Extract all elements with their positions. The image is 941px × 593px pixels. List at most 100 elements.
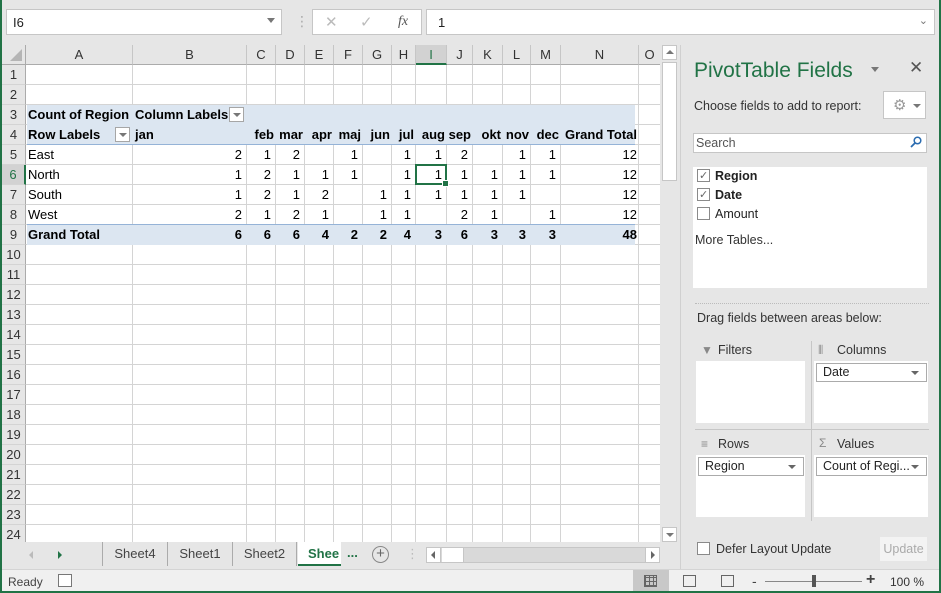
name-box[interactable]: I6 — [6, 9, 282, 35]
pivot-row-label[interactable]: West — [28, 205, 128, 225]
pivot-value-cell[interactable]: 2 — [133, 205, 242, 225]
close-icon[interactable]: ✕ — [909, 58, 923, 78]
pivot-value-cell[interactable]: 1 — [473, 205, 498, 225]
row-header-9[interactable]: 9 — [2, 225, 26, 245]
row-header-2[interactable]: 2 — [2, 85, 26, 105]
column-header-n[interactable]: N — [561, 45, 639, 65]
tab-splitter-icon[interactable]: ⋮ — [406, 546, 419, 562]
pivot-row-total[interactable]: 12 — [561, 185, 637, 205]
more-sheets-button[interactable]: ... — [347, 545, 358, 560]
pivot-values-label[interactable]: Count of Region — [28, 105, 133, 125]
pivot-value-cell[interactable]: 1 — [503, 185, 526, 205]
pivot-value-cell[interactable]: 4 — [305, 225, 329, 245]
horizontal-scrollbar[interactable] — [426, 547, 660, 563]
pivot-value-cell[interactable]: 2 — [334, 225, 358, 245]
chevron-down-icon[interactable] — [911, 371, 919, 375]
search-icon[interactable] — [910, 136, 922, 148]
month-header-maj[interactable]: maj — [334, 125, 361, 145]
pivot-row-label[interactable]: Grand Total — [28, 225, 128, 245]
pivot-value-cell[interactable]: 3 — [416, 225, 442, 245]
pivot-value-cell[interactable]: 1 — [473, 185, 498, 205]
row-header-8[interactable]: 8 — [2, 205, 26, 225]
name-box-dropdown-icon[interactable] — [267, 18, 275, 23]
row-labels-filter-button[interactable] — [115, 127, 130, 142]
add-sheet-icon[interactable]: + — [372, 546, 389, 563]
rows-area[interactable]: Region — [696, 455, 805, 517]
column-header-f[interactable]: F — [334, 45, 363, 65]
tools-button[interactable]: ⚙ — [883, 91, 926, 119]
row-header-15[interactable]: 15 — [2, 345, 26, 365]
row-header-17[interactable]: 17 — [2, 385, 26, 405]
pivot-column-labels[interactable]: Column Labels — [135, 105, 235, 125]
column-header-a[interactable]: A — [26, 45, 133, 65]
enter-icon[interactable]: ✓ — [360, 13, 373, 31]
pivot-value-cell[interactable]: 4 — [392, 225, 411, 245]
pivot-value-cell[interactable]: 6 — [447, 225, 468, 245]
page-break-view-button[interactable] — [710, 570, 746, 593]
row-header-22[interactable]: 22 — [2, 485, 26, 505]
pivot-value-cell[interactable]: 1 — [276, 185, 300, 205]
pivot-value-cell[interactable]: 1 — [276, 165, 300, 185]
pivot-value-cell[interactable]: 1 — [363, 185, 387, 205]
pivot-value-cell[interactable] — [416, 205, 442, 225]
pivot-value-cell[interactable]: 2 — [276, 205, 300, 225]
pivot-row-label[interactable]: North — [28, 165, 128, 185]
tab-sheet3-active[interactable]: Shee — [298, 542, 341, 566]
pivot-value-cell[interactable] — [363, 165, 387, 185]
pivot-value-cell[interactable]: 2 — [276, 145, 300, 165]
pivot-value-cell[interactable]: 2 — [247, 185, 271, 205]
macro-record-icon[interactable] — [58, 574, 72, 587]
tab-sheet1[interactable]: Sheet1 — [167, 542, 232, 566]
spreadsheet-grid[interactable]: ABCDEFGHIJKLMNO 1 2 3 4 5 6 7 8 9 10 11 12 13 14 15 16 1… — [2, 45, 660, 542]
pivot-value-cell[interactable]: 1 — [133, 165, 242, 185]
filters-area[interactable] — [696, 361, 805, 423]
scroll-up-icon[interactable] — [662, 45, 677, 60]
scroll-right-icon[interactable] — [645, 548, 659, 562]
month-header-feb[interactable]: feb — [247, 125, 275, 145]
prev-sheet-icon[interactable] — [29, 551, 33, 559]
month-header-nov[interactable]: nov — [503, 125, 529, 145]
row-header-6[interactable]: 6 — [2, 165, 26, 185]
column-header-e[interactable]: E — [305, 45, 334, 65]
pivot-value-cell[interactable]: 3 — [473, 225, 498, 245]
pivot-value-cell[interactable] — [334, 185, 358, 205]
month-header-apr[interactable]: apr — [305, 125, 332, 145]
update-button[interactable]: Update — [880, 537, 927, 561]
pivot-value-cell[interactable] — [334, 205, 358, 225]
vertical-scrollbar[interactable] — [662, 45, 678, 542]
pivot-value-cell[interactable]: 1 — [473, 165, 498, 185]
insert-function-icon[interactable]: fx — [398, 14, 408, 30]
pivot-value-cell[interactable]: 1 — [416, 145, 442, 165]
pivot-row-total[interactable]: 12 — [561, 205, 637, 225]
field-date-checkbox[interactable] — [697, 186, 710, 204]
pivot-value-cell[interactable]: 1 — [305, 165, 329, 185]
column-header-b[interactable]: B — [133, 45, 247, 65]
pivot-value-cell[interactable]: 1 — [392, 185, 411, 205]
row-header-14[interactable]: 14 — [2, 325, 26, 345]
pivot-value-cell[interactable]: 2 — [447, 145, 468, 165]
row-header-21[interactable]: 21 — [2, 465, 26, 485]
pivot-value-cell[interactable]: 6 — [133, 225, 242, 245]
pivot-value-cell[interactable]: 1 — [133, 185, 242, 205]
row-header-5[interactable]: 5 — [2, 145, 26, 165]
row-header-10[interactable]: 10 — [2, 245, 26, 265]
pivot-row-label[interactable]: South — [28, 185, 128, 205]
select-all-button[interactable] — [2, 45, 26, 65]
zoom-level[interactable]: 100 % — [890, 575, 924, 589]
pivot-value-cell[interactable]: 1 — [503, 165, 526, 185]
pivot-value-cell[interactable]: 2 — [363, 225, 387, 245]
column-header-h[interactable]: H — [392, 45, 416, 65]
row-header-7[interactable]: 7 — [2, 185, 26, 205]
pivot-value-cell[interactable]: 1 — [363, 205, 387, 225]
column-header-j[interactable]: J — [447, 45, 473, 65]
row-header-4[interactable]: 4 — [2, 125, 26, 145]
row-header-12[interactable]: 12 — [2, 285, 26, 305]
row-header-13[interactable]: 13 — [2, 305, 26, 325]
pivot-row-total[interactable]: 12 — [561, 145, 637, 165]
pivot-value-cell[interactable]: 3 — [503, 225, 526, 245]
pivot-value-cell[interactable]: 1 — [334, 165, 358, 185]
pivot-value-cell[interactable]: 2 — [247, 165, 271, 185]
values-area[interactable]: Count of Regi... — [814, 455, 928, 517]
rows-chip-region[interactable]: Region — [698, 457, 804, 476]
pivot-value-cell[interactable]: 1 — [531, 145, 556, 165]
